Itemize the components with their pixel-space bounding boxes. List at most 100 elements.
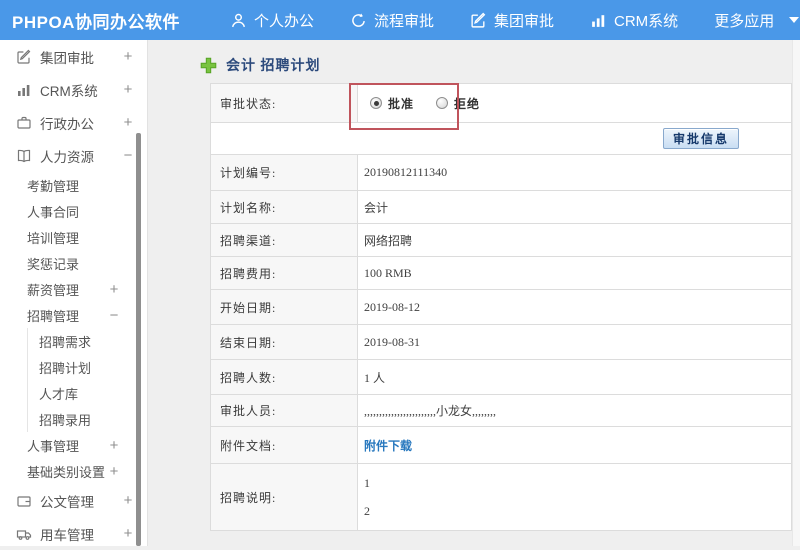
book-icon	[16, 148, 32, 164]
sidebar-item-recruit-plan[interactable]: 招聘计划	[28, 354, 147, 380]
sidebar-item-recruit-hire[interactable]: 招聘录用	[28, 406, 147, 432]
field-label: 招聘费用:	[211, 257, 358, 289]
table-row: 计划名称: 会计	[211, 191, 791, 224]
sidebar-item-vehicle-mgmt[interactable]: 用车管理 +	[0, 517, 147, 550]
page-title-row: 会计 招聘计划	[200, 55, 321, 75]
sidebar-recruit-submenu: 招聘需求 招聘计划 人才库 招聘录用	[27, 328, 147, 432]
nav-item-crm[interactable]: CRM系统	[578, 10, 690, 31]
add-icon[interactable]	[200, 57, 217, 74]
table-row: 审批人员: ,,,,,,,,,,,,,,,,,,,,,,,,小龙女,,,,,,,…	[211, 395, 791, 427]
sidebar-item-talent-pool[interactable]: 人才库	[28, 380, 147, 406]
expand-icon[interactable]: +	[121, 492, 135, 509]
sidebar-item-admin-office[interactable]: 行政办公 +	[0, 106, 147, 139]
nav-item-more-apps[interactable]: 更多应用	[702, 10, 800, 31]
sidebar-item-salary[interactable]: 薪资管理 +	[0, 276, 147, 302]
sidebar-item-crm[interactable]: CRM系统 +	[0, 73, 147, 106]
briefcase-icon	[16, 115, 32, 131]
field-value: 2019-08-31	[358, 325, 791, 359]
table-row: 审批信息	[211, 123, 791, 155]
nav-item-personal-office[interactable]: 个人办公	[218, 10, 326, 31]
field-label: 附件文档:	[211, 427, 358, 463]
nav-item-process-approval[interactable]: 流程审批	[338, 10, 446, 31]
nav-label: 更多应用	[714, 10, 774, 31]
cycle-icon	[350, 12, 367, 29]
page-scrollbar[interactable]	[792, 40, 800, 546]
expand-icon[interactable]: +	[121, 81, 135, 98]
field-label: 招聘渠道:	[211, 224, 358, 256]
description-line: 2	[364, 504, 370, 519]
sidebar-item-group-approval[interactable]: 集团审批 +	[0, 40, 147, 73]
sidebar-item-training[interactable]: 培训管理	[0, 224, 147, 250]
field-value: ,,,,,,,,,,,,,,,,,,,,,,,,小龙女,,,,,,,,	[358, 395, 791, 426]
truck-icon	[16, 526, 32, 542]
field-value: 2019-08-12	[358, 290, 791, 324]
field-label: 招聘说明:	[211, 464, 358, 530]
expand-icon[interactable]: +	[121, 48, 135, 65]
expand-icon[interactable]: +	[107, 281, 121, 298]
sidebar-item-recruit-mgmt[interactable]: 招聘管理 −	[0, 302, 147, 328]
table-row: 审批状态: 批准 拒绝	[211, 84, 791, 123]
edit-icon	[16, 49, 32, 65]
description-line: 1	[364, 476, 370, 491]
nav-label: 流程审批	[374, 10, 434, 31]
detail-table: 审批状态: 批准 拒绝 审批信息 计划编号: 20190812111340 计划…	[210, 83, 792, 531]
table-row: 附件文档: 附件下载	[211, 427, 791, 464]
collapse-icon[interactable]: −	[107, 307, 121, 324]
sidebar-item-personnel-mgmt[interactable]: 人事管理 +	[0, 432, 147, 458]
field-label: 审批状态:	[211, 84, 358, 122]
top-navbar: PHPOA协同办公软件 个人办公 流程审批 集团审批 CRM系统	[0, 0, 800, 40]
field-value: 网络招聘	[358, 224, 791, 256]
table-row: 招聘说明: 1 2	[211, 464, 791, 530]
nav-label: 个人办公	[254, 10, 314, 31]
sidebar-item-base-category[interactable]: 基础类别设置 +	[0, 458, 147, 484]
sidebar-item-document-mgmt[interactable]: 公文管理 +	[0, 484, 147, 517]
field-label: 计划编号:	[211, 155, 358, 190]
approval-info-button[interactable]: 审批信息	[663, 128, 739, 149]
radio-approve[interactable]	[370, 97, 382, 109]
attachment-download-link[interactable]: 附件下载	[364, 437, 412, 454]
chart-icon	[16, 82, 32, 98]
expand-icon[interactable]: +	[107, 463, 121, 480]
table-row: 计划编号: 20190812111340	[211, 155, 791, 191]
radio-approve-label: 批准	[388, 95, 414, 112]
field-value: 附件下载	[358, 427, 791, 463]
table-row: 招聘渠道: 网络招聘	[211, 224, 791, 257]
field-label: 审批人员:	[211, 395, 358, 426]
sidebar-item-recruit-demand[interactable]: 招聘需求	[28, 328, 147, 354]
radio-reject-label: 拒绝	[454, 95, 480, 112]
field-value: 1 2	[358, 464, 791, 530]
field-label: 招聘人数:	[211, 360, 358, 394]
field-value: 100 RMB	[358, 257, 791, 289]
table-row: 招聘费用: 100 RMB	[211, 257, 791, 290]
field-label: 结束日期:	[211, 325, 358, 359]
app-logo: PHPOA协同办公软件	[0, 8, 180, 33]
table-row: 招聘人数: 1 人	[211, 360, 791, 395]
collapse-icon[interactable]: −	[121, 147, 135, 164]
table-row: 结束日期: 2019-08-31	[211, 325, 791, 360]
edit-icon	[470, 12, 487, 29]
user-icon	[230, 12, 247, 29]
sidebar: 集团审批 + CRM系统 + 行政办公 + 人力资源 − 考勤管理 人事合同 培…	[0, 40, 148, 546]
table-row: 开始日期: 2019-08-12	[211, 290, 791, 325]
field-value: 1 人	[358, 360, 791, 394]
field-value: 20190812111340	[358, 155, 791, 190]
sidebar-item-rewards[interactable]: 奖惩记录	[0, 250, 147, 276]
field-value: 会计	[358, 191, 791, 223]
sidebar-item-hr-contract[interactable]: 人事合同	[0, 198, 147, 224]
expand-icon[interactable]: +	[121, 525, 135, 542]
sidebar-item-hr[interactable]: 人力资源 −	[0, 139, 147, 172]
wallet-icon	[16, 493, 32, 509]
caret-down-icon	[789, 17, 799, 23]
sidebar-item-attendance[interactable]: 考勤管理	[0, 172, 147, 198]
chart-icon	[590, 12, 607, 29]
radio-reject[interactable]	[436, 97, 448, 109]
sidebar-scrollbar[interactable]	[136, 133, 141, 546]
expand-icon[interactable]: +	[107, 437, 121, 454]
field-label: 计划名称:	[211, 191, 358, 223]
nav-label: CRM系统	[614, 10, 678, 31]
main-content: 会计 招聘计划 审批状态: 批准 拒绝 审批信息 计划编号: 201908121…	[148, 40, 800, 546]
top-menu: 个人办公 流程审批 集团审批 CRM系统 更多应用	[218, 10, 800, 31]
nav-item-group-approval[interactable]: 集团审批	[458, 10, 566, 31]
expand-icon[interactable]: +	[121, 114, 135, 131]
page-title: 会计 招聘计划	[226, 55, 321, 75]
